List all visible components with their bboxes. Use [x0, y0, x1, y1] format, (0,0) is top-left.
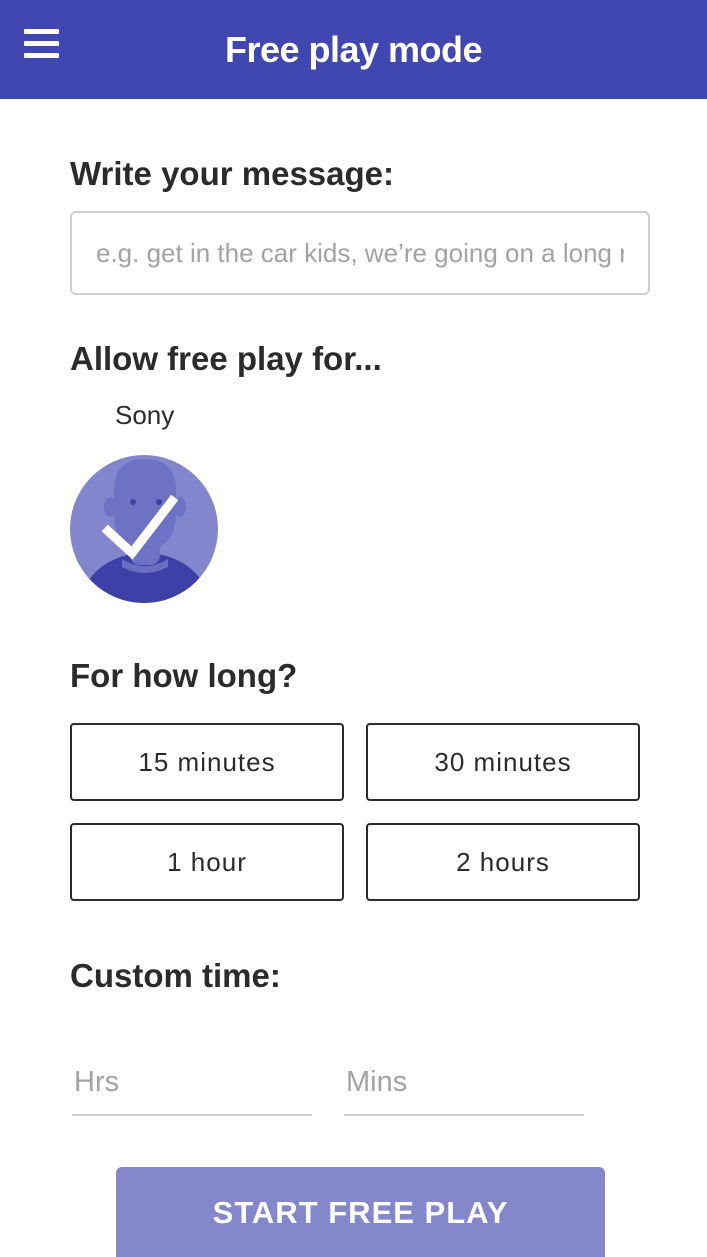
player-name: Sony [115, 400, 175, 430]
duration-1-hour-button[interactable]: 1 hour [70, 823, 344, 901]
hours-input[interactable] [72, 1050, 312, 1116]
player-avatar[interactable] [70, 455, 218, 603]
duration-15-minutes-button[interactable]: 15 minutes [70, 723, 344, 801]
start-free-play-button[interactable]: START FREE PLAY [116, 1167, 605, 1257]
minutes-input[interactable] [344, 1050, 584, 1116]
players-heading: Allow free play for... [70, 340, 382, 377]
duration-30-minutes-button[interactable]: 30 minutes [366, 723, 640, 801]
person-avatar-icon [70, 455, 218, 603]
duration-2-hours-button[interactable]: 2 hours [366, 823, 640, 901]
duration-heading: For how long? [70, 657, 298, 694]
page-title: Free play mode [224, 28, 483, 70]
hamburger-menu-icon[interactable] [24, 29, 60, 61]
message-input[interactable] [70, 211, 650, 295]
app-bar: Free play mode [0, 0, 707, 99]
message-heading: Write your message: [70, 155, 395, 192]
custom-time-heading: Custom time: [70, 957, 281, 994]
